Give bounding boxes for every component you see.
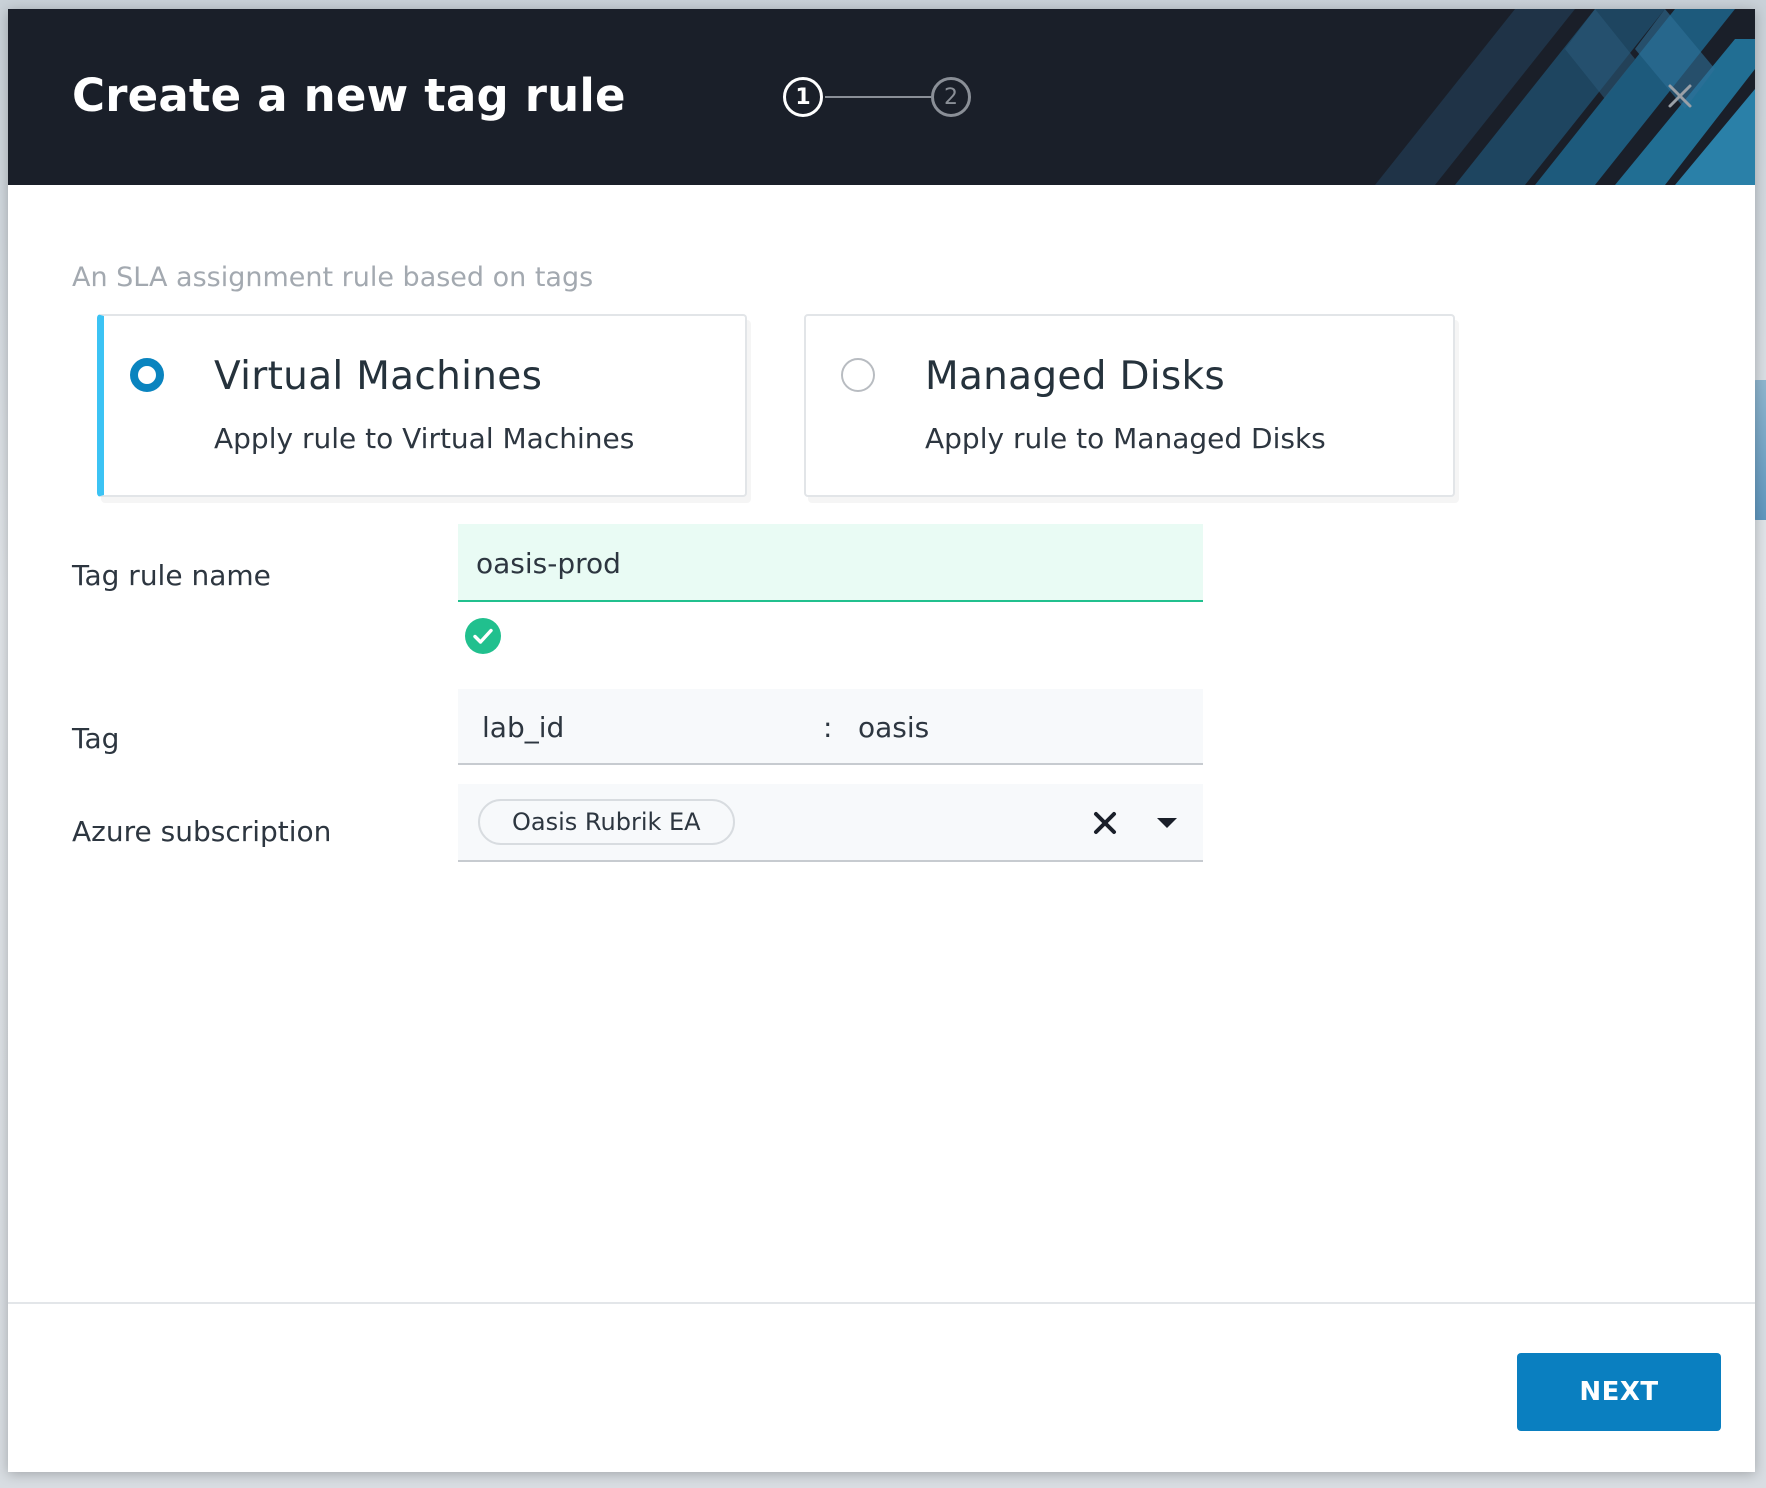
- caret-down-icon[interactable]: [1156, 816, 1178, 830]
- tag-key-input[interactable]: [482, 711, 782, 744]
- step-1-indicator: 1: [783, 77, 823, 117]
- tag-label: Tag: [72, 722, 120, 755]
- tag-rule-name-input[interactable]: [476, 544, 1176, 582]
- step-2-indicator: 2: [931, 77, 971, 117]
- footer-divider: [8, 1302, 1755, 1304]
- tag-value-input[interactable]: [858, 711, 1178, 744]
- selected-subscription-chip: Oasis Rubrik EA: [478, 799, 735, 845]
- stepper-connector: [825, 96, 931, 98]
- option-title: Managed Disks: [925, 354, 1226, 399]
- check-circle-icon: [465, 618, 501, 654]
- dialog-subtitle: An SLA assignment rule based on tags: [72, 262, 594, 293]
- tag-field: :: [458, 689, 1203, 765]
- next-button[interactable]: NEXT: [1517, 1353, 1721, 1431]
- wizard-stepper: 1 2: [783, 77, 993, 127]
- option-description: Apply rule to Managed Disks: [925, 422, 1326, 455]
- dialog-header: Create a new tag rule 1 2: [8, 9, 1755, 185]
- close-button[interactable]: [1663, 79, 1697, 113]
- azure-subscription-label: Azure subscription: [72, 815, 332, 848]
- tag-rule-name-field-wrapper: [458, 524, 1203, 602]
- option-title: Virtual Machines: [214, 354, 543, 399]
- option-managed-disks[interactable]: Managed Disks Apply rule to Managed Disk…: [804, 314, 1455, 497]
- clear-x-icon[interactable]: [1092, 810, 1118, 836]
- option-virtual-machines[interactable]: Virtual Machines Apply rule to Virtual M…: [97, 314, 747, 497]
- close-icon: [1668, 84, 1692, 108]
- create-tag-rule-dialog: Create a new tag rule 1 2 An SLA assignm…: [8, 9, 1755, 1472]
- tag-rule-name-label: Tag rule name: [72, 559, 271, 592]
- radio-virtual-machines-selected[interactable]: [130, 358, 164, 392]
- tag-separator: :: [823, 711, 833, 744]
- radio-managed-disks[interactable]: [841, 358, 875, 392]
- azure-subscription-select[interactable]: Oasis Rubrik EA: [458, 784, 1203, 862]
- option-description: Apply rule to Virtual Machines: [214, 422, 635, 455]
- dialog-title: Create a new tag rule: [72, 69, 626, 122]
